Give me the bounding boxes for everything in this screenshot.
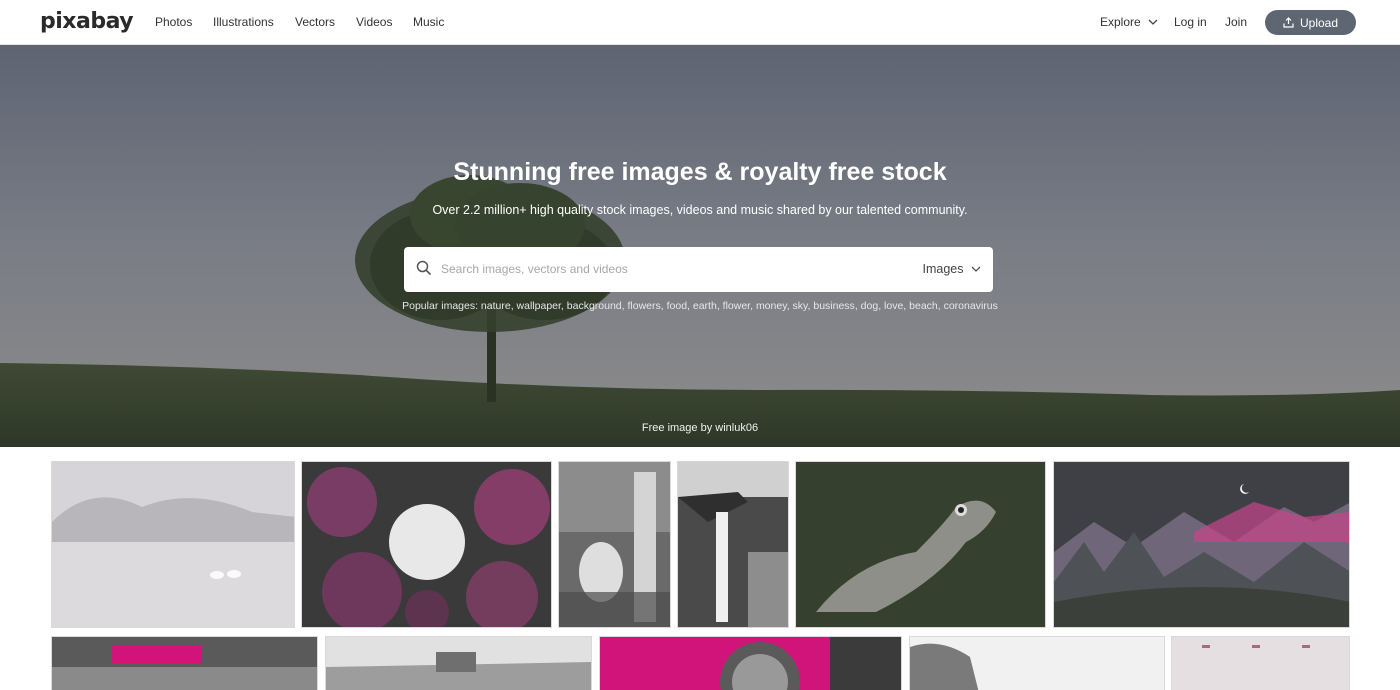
image-rock (910, 637, 1164, 690)
explore-label: Explore (1100, 15, 1141, 29)
hero-title: Stunning free images & royalty free stoc… (453, 158, 947, 186)
upload-icon (1283, 17, 1294, 28)
popular-tag-love[interactable]: love (884, 300, 903, 312)
image-tile-rock[interactable] (909, 636, 1165, 690)
popular-tag-earth[interactable]: earth (693, 300, 717, 312)
nav-link-vectors[interactable]: Vectors (295, 15, 335, 29)
chevron-down-icon (1148, 19, 1158, 26)
popular-searches: Popular images: nature, wallpaper, backg… (402, 300, 998, 312)
popular-tag-wallpaper[interactable]: wallpaper (517, 300, 561, 312)
popular-tag-flower[interactable]: flower (723, 300, 750, 312)
image-tile-blossoms[interactable] (301, 461, 552, 628)
popular-tag-flowers[interactable]: flowers (627, 300, 660, 312)
nav-link-videos[interactable]: Videos (356, 15, 392, 29)
search-icon (416, 260, 432, 276)
media-type-dropdown[interactable]: Images (923, 262, 981, 276)
hero-banner: Stunning free images & royalty free stoc… (0, 45, 1400, 447)
image-tile-couple[interactable] (558, 461, 671, 628)
nav-link-music[interactable]: Music (413, 15, 444, 29)
image-tile-castle[interactable] (325, 636, 592, 690)
search-bar: Images (404, 247, 993, 292)
login-link[interactable]: Log in (1174, 15, 1207, 29)
media-type-label: Images (922, 262, 964, 276)
popular-tag-money[interactable]: money (756, 300, 787, 312)
image-lizard (796, 462, 1045, 627)
hero-background-image (0, 45, 1400, 447)
hero-subtitle: Over 2.2 million+ high quality stock ima… (432, 203, 968, 217)
nav-link-illustrations[interactable]: Illustrations (213, 15, 274, 29)
top-navigation: pixabay Photos Illustrations Vectors Vid… (0, 0, 1400, 45)
popular-label: Popular images: (402, 300, 478, 312)
popular-tag-dog[interactable]: dog (861, 300, 879, 312)
popular-tag-sky[interactable]: sky (793, 300, 808, 312)
image-tile-lizard[interactable] (795, 461, 1046, 628)
search-input[interactable] (441, 259, 881, 279)
image-tile-waterfall[interactable] (677, 461, 789, 628)
chevron-down-icon (971, 266, 981, 273)
image-tile-pattern[interactable] (1171, 636, 1350, 690)
popular-tag-nature[interactable]: nature (481, 300, 511, 312)
image-pink-flower (600, 637, 901, 690)
image-swans-lake (52, 462, 294, 627)
image-credit[interactable]: Free image by winluk06 (0, 422, 1400, 434)
image-pattern (1172, 637, 1349, 690)
image-street-market (52, 637, 317, 690)
image-dancing-couple (559, 462, 670, 627)
image-tile-street[interactable] (51, 636, 318, 690)
popular-tag-background[interactable]: background (567, 300, 622, 312)
image-waterfall-cliff (678, 462, 788, 627)
popular-tag-food[interactable]: food (667, 300, 687, 312)
image-mountain-night (1054, 462, 1349, 627)
image-tile-flower[interactable] (599, 636, 902, 690)
popular-tag-beach[interactable]: beach (909, 300, 938, 312)
image-tile-mountains[interactable] (1053, 461, 1350, 628)
nav-link-photos[interactable]: Photos (155, 15, 192, 29)
join-link[interactable]: Join (1225, 15, 1247, 29)
image-castle-hill (326, 637, 591, 690)
pixabay-logo[interactable]: pixabay (40, 9, 134, 34)
explore-menu[interactable]: Explore (1100, 15, 1158, 29)
upload-button[interactable]: Upload (1265, 10, 1356, 35)
image-tile-swans[interactable] (51, 461, 295, 628)
popular-tag-business[interactable]: business (813, 300, 854, 312)
image-cherry-blossoms (302, 462, 551, 627)
upload-label: Upload (1299, 15, 1339, 30)
popular-tag-coronavirus[interactable]: coronavirus (944, 300, 998, 312)
